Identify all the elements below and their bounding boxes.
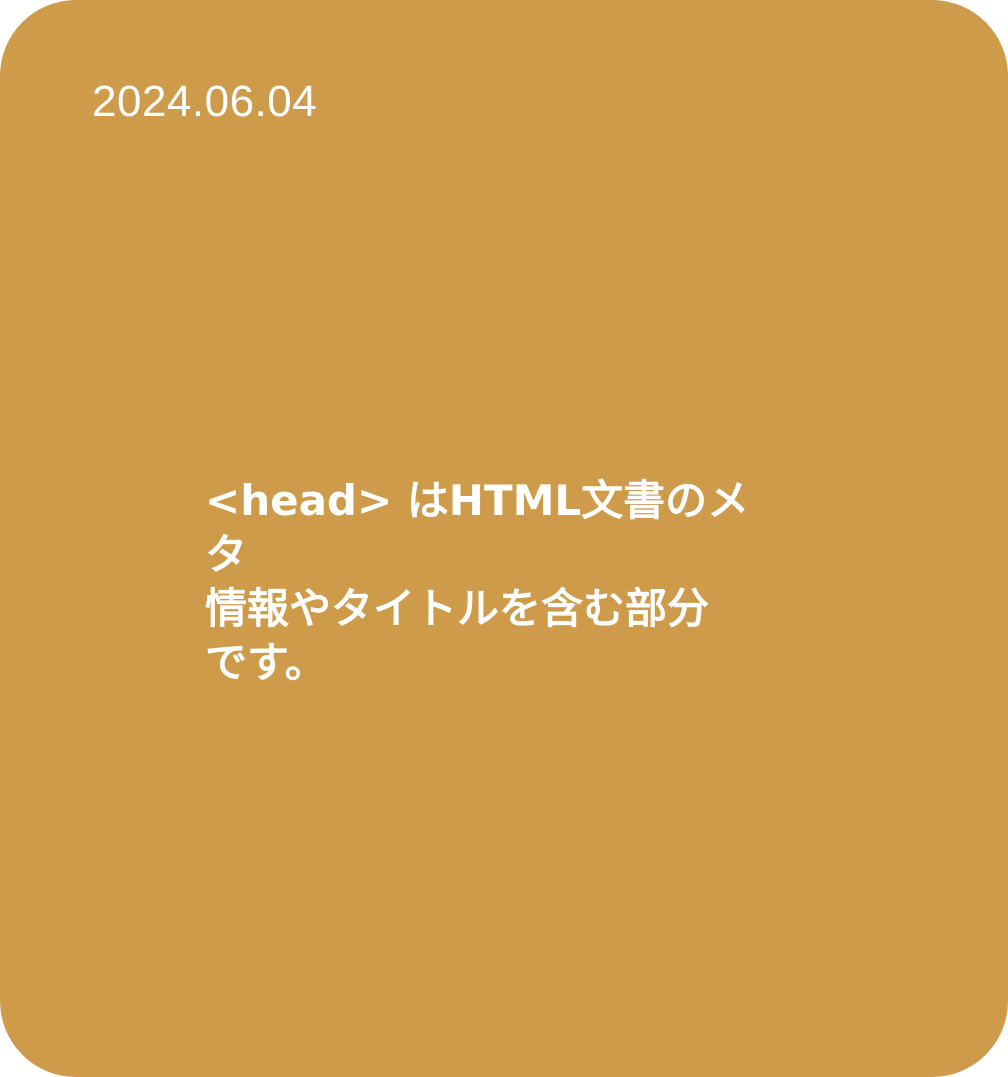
message-line: <head> はHTML文書のメ — [205, 476, 750, 525]
message-line: タ — [205, 530, 248, 579]
message-text: <head> はHTML文書のメ タ 情報やタイトルを含む部分 です。 — [205, 474, 749, 690]
message-line: です。 — [205, 638, 327, 687]
note-card: 2024.06.04 <head> はHTML文書のメ タ 情報やタイトルを含む… — [0, 0, 1008, 1077]
post-date: 2024.06.04 — [92, 77, 318, 126]
message-line: 情報やタイトルを含む部分 — [205, 584, 710, 633]
